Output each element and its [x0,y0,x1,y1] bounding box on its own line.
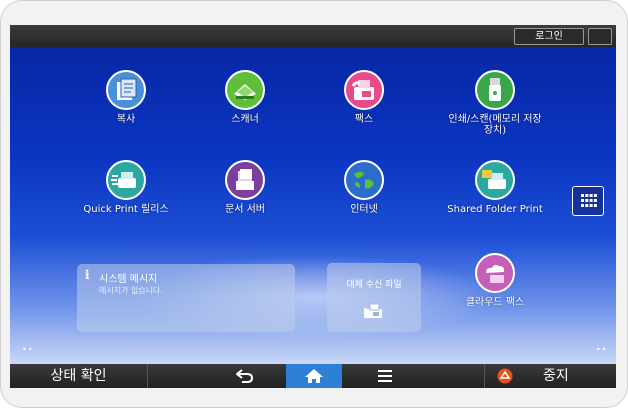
bottom-bar: 상태 확인 중지 [10,364,616,388]
app-list-button[interactable] [572,186,604,216]
quick-print-icon [106,160,146,200]
back-button[interactable] [228,364,262,388]
app-quick-print-release[interactable]: Quick Print 릴리스 [61,160,191,215]
home-button[interactable] [286,364,342,388]
app-shared-folder-print[interactable]: Shared Folder Print [430,160,560,215]
shared-folder-print-icon [475,160,515,200]
app-internet[interactable]: 인터넷 [299,160,429,215]
home-screen: 복사 스캐너 팩스 인쇄/스캔(메모리 저장 장치) Quick Print 릴… [10,47,616,364]
app-print-scan-memory[interactable]: 인쇄/스캔(메모리 저장 장치) [430,70,560,136]
stop-label: 중지 [543,368,569,384]
system-message-widget[interactable]: i 시스템 메시지 메시지가 없습니다. [77,264,295,332]
back-arrow-icon [236,369,254,383]
app-scanner[interactable]: 스캐너 [180,70,310,125]
login-button[interactable]: 로그인 [514,28,584,45]
system-message-text: 메시지가 없습니다. [99,286,163,295]
menu-button[interactable] [368,364,402,388]
app-fax[interactable]: 팩스 [299,70,429,125]
app-label: Shared Folder Print [447,204,543,215]
energy-saver-button[interactable] [588,28,612,45]
app-label: 팩스 [354,114,374,125]
substitute-reception-widget[interactable]: 대체 수신 파일 [327,263,421,332]
page-indicator-right: •• [596,345,608,354]
app-document-server[interactable]: 문서 서버 [180,160,310,215]
app-label: 인쇄/스캔(메모리 저장 장치) [448,114,542,136]
app-label: 복사 [116,114,136,125]
app-label: 클라우드 팩스 [465,297,525,308]
system-message-title: 시스템 메시지 [99,274,158,285]
usb-icon [475,70,515,110]
fax-icon [344,70,384,110]
info-icon: i [85,268,90,282]
check-status-button[interactable]: 상태 확인 [10,364,148,388]
stop-button[interactable]: 중지 [484,364,616,388]
home-icon [305,369,323,383]
operation-panel-screen: 로그인 복사 스캐너 팩스 인쇄/스캔(메모리 저장 장치) Quick Pri… [10,25,616,388]
stop-icon [497,368,513,384]
app-cloud-fax[interactable]: 클라우드 팩스 [430,253,560,308]
substitute-reception-title: 대체 수신 파일 [346,280,402,290]
moon-icon [597,32,602,42]
top-bar: 로그인 [10,25,616,47]
page-indicator-left: •• [22,345,34,354]
menu-icon [378,370,392,382]
app-copy[interactable]: 복사 [61,70,191,125]
app-label: 인터넷 [350,204,378,215]
copy-icon [106,70,146,110]
app-label: 문서 서버 [225,204,265,215]
grid-icon [581,194,597,207]
cloud-fax-icon [475,253,515,293]
app-label: 스캐너 [231,114,259,125]
document-server-icon [225,160,265,200]
fax-file-icon [364,303,382,318]
app-label: Quick Print 릴리스 [83,204,169,215]
globe-icon [344,160,384,200]
scanner-icon [225,70,265,110]
